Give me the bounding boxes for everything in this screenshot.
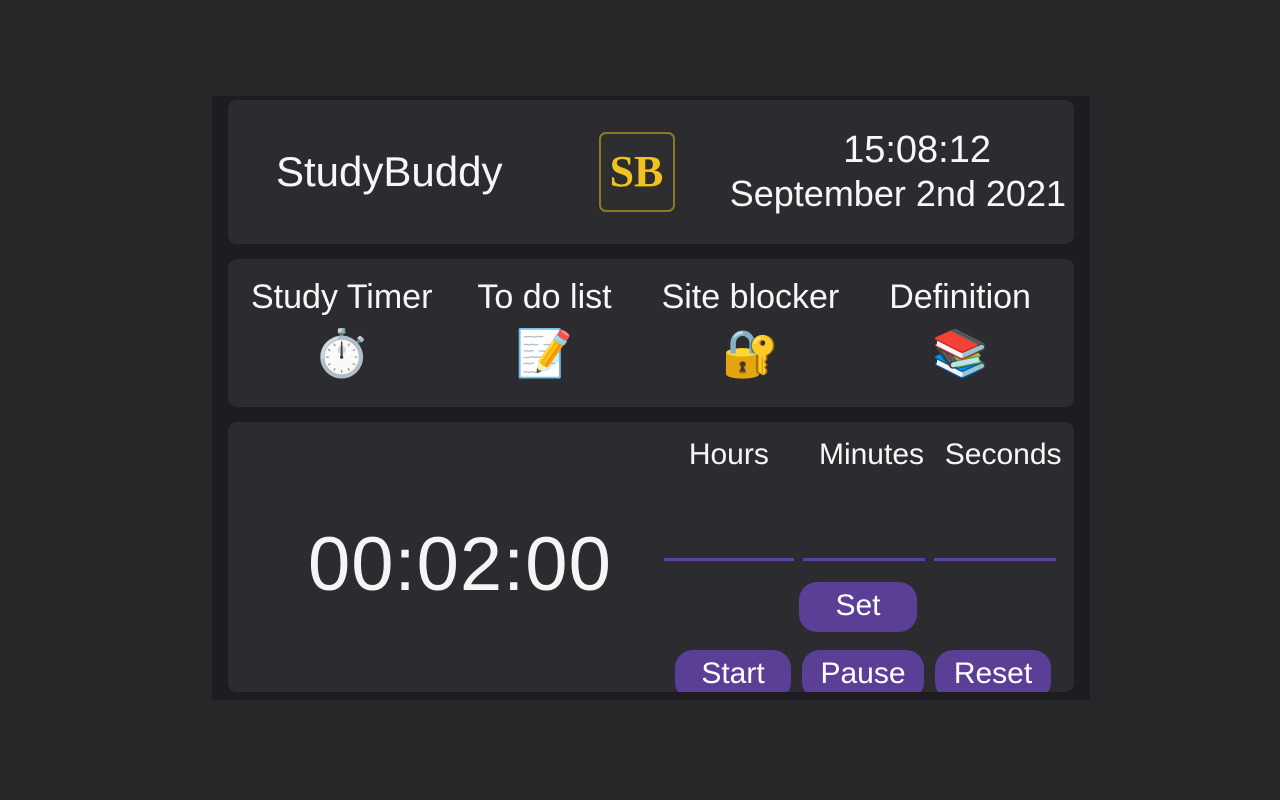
- timer-button-row: Start Pause Reset: [664, 650, 1064, 692]
- nav-item-label: Definition: [889, 278, 1031, 316]
- nav-item-study-timer[interactable]: Study Timer ⏱️: [237, 277, 446, 376]
- clock-date: September 2nd 2021: [729, 173, 1066, 215]
- start-button[interactable]: Start: [675, 650, 791, 692]
- memo-pencil-icon: 📝: [515, 325, 574, 380]
- clock-time: 15:08:12: [843, 128, 991, 171]
- seconds-input[interactable]: [934, 529, 1056, 561]
- header-panel: StudyBuddy SB 15:08:12 September 2nd 202…: [228, 100, 1074, 244]
- hours-label: Hours: [688, 438, 769, 471]
- minutes-label: Minutes: [818, 438, 925, 471]
- nav-panel: Study Timer ⏱️ To do list 📝 Site blocker…: [228, 259, 1074, 407]
- logo-text: SB: [609, 147, 664, 196]
- hours-input[interactable]: [664, 529, 794, 561]
- clock-block: 15:08:12 September 2nd 2021: [730, 129, 1066, 216]
- minutes-input[interactable]: [803, 529, 925, 561]
- lock-with-key-icon: 🔐: [721, 325, 780, 380]
- nav-item-label: Site blocker: [661, 278, 840, 316]
- timer-controls: Hours Minutes Seconds Set Start Pause Re…: [664, 438, 1064, 692]
- nav-item-label: To do list: [477, 278, 612, 316]
- time-field-labels: Hours Minutes Seconds: [664, 438, 1064, 472]
- nav-item-to-do-list[interactable]: To do list 📝: [463, 277, 625, 376]
- nav-item-definition[interactable]: Definition 📚: [875, 277, 1045, 376]
- reset-button[interactable]: Reset: [935, 650, 1051, 692]
- app-title: StudyBuddy: [276, 148, 503, 195]
- timer-display: 00:02:00: [308, 522, 612, 607]
- study-timer-panel: 00:02:00 Hours Minutes Seconds Set Start…: [228, 422, 1074, 692]
- set-button[interactable]: Set: [799, 582, 917, 632]
- books-icon: 📚: [931, 325, 989, 380]
- nav-item-label: Study Timer: [251, 278, 433, 316]
- set-button-row: Set: [664, 582, 1064, 632]
- time-field-inputs: [664, 529, 1064, 561]
- pause-button[interactable]: Pause: [802, 650, 924, 692]
- stopwatch-icon: ⏱️: [313, 325, 371, 380]
- nav-item-site-blocker[interactable]: Site blocker 🔐: [648, 277, 854, 376]
- studybuddy-logo-icon: SB: [598, 132, 675, 212]
- seconds-label: Seconds: [944, 438, 1062, 471]
- app-container: StudyBuddy SB 15:08:12 September 2nd 202…: [212, 96, 1090, 700]
